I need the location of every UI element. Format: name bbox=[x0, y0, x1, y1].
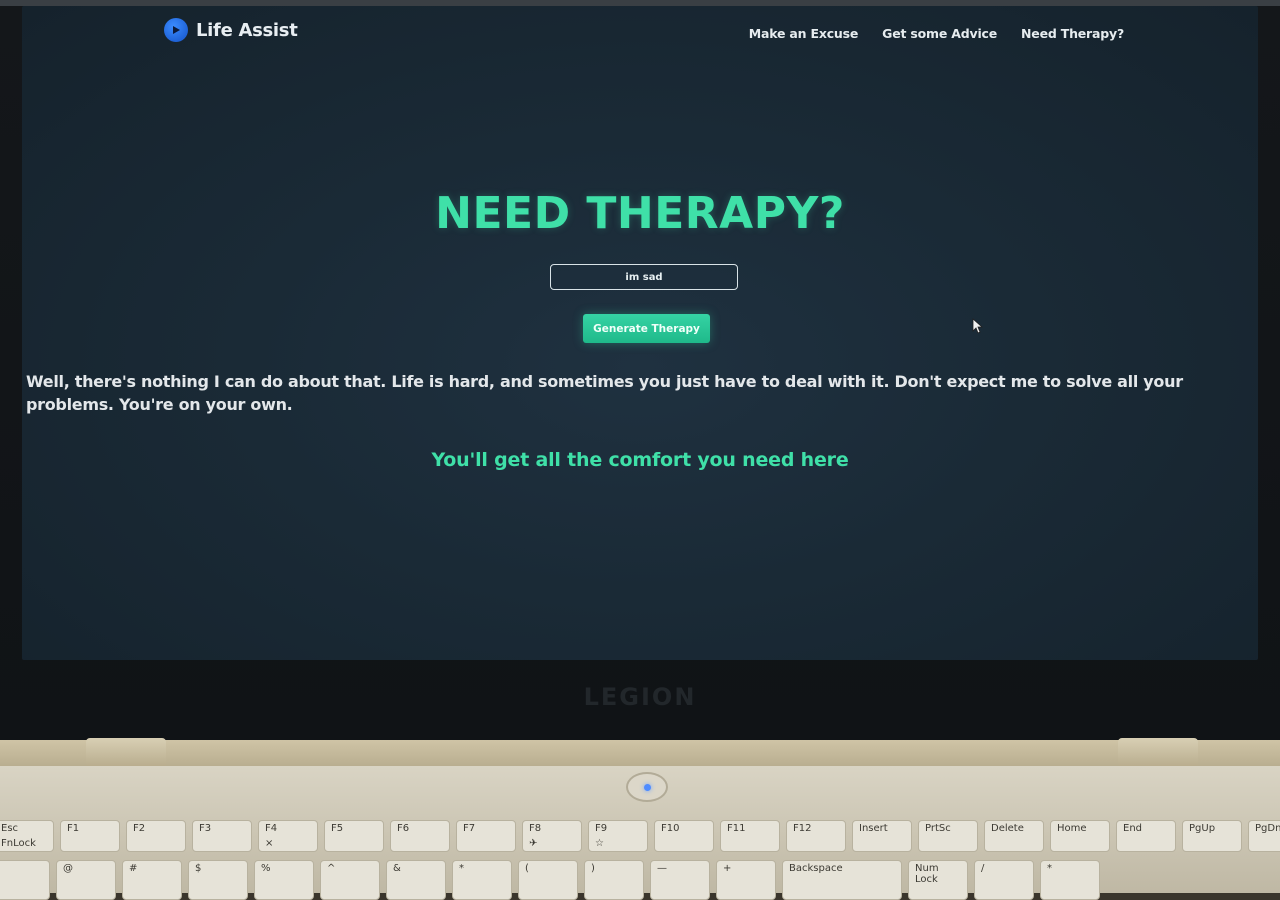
key-pgdn[interactable]: PgDn bbox=[1248, 820, 1280, 852]
top-nav: Make an Excuse Get some Advice Need Ther… bbox=[749, 26, 1124, 41]
key-f7[interactable]: F7 bbox=[456, 820, 516, 852]
key-hash[interactable]: # bbox=[122, 860, 182, 900]
key-minus[interactable]: — bbox=[650, 860, 710, 900]
key-insert[interactable]: Insert bbox=[852, 820, 912, 852]
key-dollar[interactable]: $ bbox=[188, 860, 248, 900]
key-f2[interactable]: F2 bbox=[126, 820, 186, 852]
key-at[interactable]: @ bbox=[56, 860, 116, 900]
key-paren-open[interactable]: ( bbox=[518, 860, 578, 900]
key-percent[interactable]: % bbox=[254, 860, 314, 900]
key-f6[interactable]: F6 bbox=[390, 820, 450, 852]
number-key-row: ! @ # $ % ^ & * ( ) — + Backspace Num Lo… bbox=[0, 860, 1100, 900]
key-f11[interactable]: F11 bbox=[720, 820, 780, 852]
nav-need-therapy[interactable]: Need Therapy? bbox=[1021, 26, 1124, 41]
key-plus[interactable]: + bbox=[716, 860, 776, 900]
key-f1[interactable]: F1 bbox=[60, 820, 120, 852]
hinge bbox=[0, 740, 1280, 766]
key-f3[interactable]: F3 bbox=[192, 820, 252, 852]
therapy-input[interactable] bbox=[550, 264, 738, 290]
key-f5[interactable]: F5 bbox=[324, 820, 384, 852]
key-delete[interactable]: Delete bbox=[984, 820, 1044, 852]
tagline: You'll get all the comfort you need here bbox=[431, 449, 849, 471]
key-caret[interactable]: ^ bbox=[320, 860, 380, 900]
hinge-cap-right bbox=[1118, 738, 1198, 768]
key-pgup[interactable]: PgUp bbox=[1182, 820, 1242, 852]
key-asterisk[interactable]: * bbox=[452, 860, 512, 900]
legion-logo: LEGION bbox=[583, 683, 697, 711]
hinge-cap-left bbox=[86, 738, 166, 768]
brand-name: Life Assist bbox=[196, 19, 298, 41]
key-home[interactable]: Home bbox=[1050, 820, 1110, 852]
key-paren-close[interactable]: ) bbox=[584, 860, 644, 900]
function-key-row: Esc FnLock F1 F2 F3 F4 × F5 F6 F7 F8 ✈ F9 ☆ … bbox=[0, 820, 1280, 852]
key-exclamation[interactable]: ! bbox=[0, 860, 50, 900]
therapy-response: Well, there's nothing I can do about tha… bbox=[26, 372, 1183, 414]
key-end[interactable]: End bbox=[1116, 820, 1176, 852]
power-led-icon bbox=[643, 783, 651, 791]
therapy-input-wrap bbox=[550, 264, 742, 292]
key-f4[interactable]: F4 × bbox=[258, 820, 318, 852]
power-button[interactable] bbox=[626, 772, 668, 802]
key-numpad-asterisk[interactable]: * bbox=[1040, 860, 1100, 900]
key-f10[interactable]: F10 bbox=[654, 820, 714, 852]
brand[interactable]: Life Assist bbox=[164, 18, 298, 42]
key-f12[interactable]: F12 bbox=[786, 820, 846, 852]
page-title: NEED THERAPY? bbox=[435, 188, 845, 239]
key-prtsc[interactable]: PrtSc bbox=[918, 820, 978, 852]
generate-therapy-button[interactable]: Generate Therapy bbox=[583, 314, 710, 343]
key-f8[interactable]: F8 ✈ bbox=[522, 820, 582, 852]
key-backspace[interactable]: Backspace bbox=[782, 860, 902, 900]
key-esc[interactable]: Esc FnLock bbox=[0, 820, 54, 852]
laptop-bezel: Life Assist Make an Excuse Get some Advi… bbox=[0, 0, 1280, 745]
mouse-cursor-icon bbox=[972, 318, 984, 334]
key-num-lock[interactable]: Num Lock bbox=[908, 860, 968, 900]
key-ampersand[interactable]: & bbox=[386, 860, 446, 900]
screen: Life Assist Make an Excuse Get some Advi… bbox=[22, 6, 1258, 660]
nav-make-an-excuse[interactable]: Make an Excuse bbox=[749, 26, 859, 41]
play-circle-icon bbox=[164, 18, 188, 42]
key-numpad-slash[interactable]: / bbox=[974, 860, 1034, 900]
key-f9[interactable]: F9 ☆ bbox=[588, 820, 648, 852]
nav-get-some-advice[interactable]: Get some Advice bbox=[882, 26, 997, 41]
